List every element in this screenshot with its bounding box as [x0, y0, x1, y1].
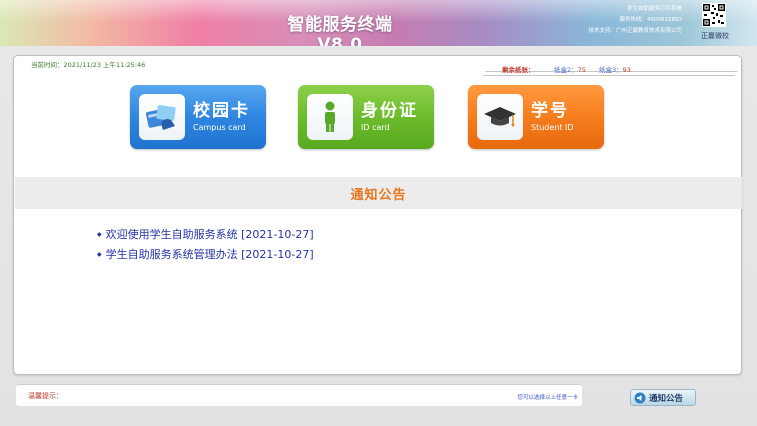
bullet-icon: ◆: [97, 251, 102, 258]
id-card-label: 身份证: [361, 101, 418, 121]
qr-code-icon: [702, 3, 726, 27]
paper-status: 剩余纸张： 纸盒2：75 纸盒3：93: [484, 62, 736, 76]
service-info: 学生自助服务打印系统 服务热线：4000815893 技术支持：广州正赢教育技术…: [552, 4, 682, 37]
tip-message: 您可以选择以上任意一卡: [517, 395, 578, 401]
paper-box-3-label: 纸盒3：: [599, 66, 623, 74]
campus-card-icon: [139, 94, 185, 140]
id-card-sublabel: ID card: [361, 123, 390, 132]
tech-support: 技术支持：广州正赢教育技术有限公司: [588, 28, 682, 34]
system-name: 学生自助服务打印系统: [626, 6, 682, 12]
campus-card-button[interactable]: 校园卡 Campus card: [130, 85, 266, 149]
graduation-cap-icon: [477, 94, 523, 140]
student-id-sublabel: Student ID: [531, 123, 574, 132]
speaker-icon: [634, 392, 646, 403]
campus-card-sublabel: Campus card: [193, 123, 246, 132]
student-id-label: 学号: [531, 101, 569, 121]
id-card-button[interactable]: 身份证 ID card: [298, 85, 434, 149]
tip-label: 温馨提示：: [28, 392, 63, 400]
campus-card-label: 校园卡: [193, 101, 250, 121]
paper-box-3: 纸盒3：93: [599, 64, 631, 74]
notice-item[interactable]: ◆ 学生自助服务系统管理办法 [2021-10-27]: [97, 245, 314, 265]
paper-label: 剩余纸张：: [502, 66, 535, 74]
paper-box-2-value: 75: [577, 66, 586, 74]
notice-button-label: 通知公告: [649, 393, 684, 404]
service-hotline: 服务热线：4000815893: [619, 17, 683, 23]
app-title: 智能服务终端 V8.0: [287, 15, 393, 46]
app-header: 智能服务终端 V8.0 学生自助服务打印系统 服务热线：4000815893 技…: [0, 0, 757, 46]
paper-box-2-label: 纸盒2：: [554, 66, 578, 74]
notice-title: 通知公告: [350, 187, 407, 203]
notice-item-text: 欢迎使用学生自助服务系统 [2021-10-27]: [105, 228, 314, 241]
qr-label: 正赢微校: [701, 32, 729, 40]
paper-box-3-value: 93: [622, 66, 631, 74]
person-icon: [307, 94, 353, 140]
student-id-button[interactable]: 学号 Student ID: [468, 85, 604, 149]
tip-bar: 温馨提示： 您可以选择以上任意一卡: [16, 384, 582, 406]
notice-item-text: 学生自助服务系统管理办法 [2021-10-27]: [105, 248, 314, 261]
paper-box-2: 纸盒2：75: [554, 64, 586, 74]
notice-list: ◆ 欢迎使用学生自助服务系统 [2021-10-27] ◆ 学生自助服务系统管理办法…: [97, 225, 314, 265]
main-panel: 当前时间：2021/11/23 上午11:25:46 剩余纸张： 纸盒2：75 …: [13, 55, 742, 375]
notice-button[interactable]: 通知公告: [630, 389, 696, 406]
notice-item[interactable]: ◆ 欢迎使用学生自助服务系统 [2021-10-27]: [97, 225, 314, 245]
bullet-icon: ◆: [97, 231, 102, 238]
current-time: 当前时间：2021/11/23 上午11:25:46: [31, 61, 146, 69]
notice-header: 通知公告: [15, 177, 742, 209]
